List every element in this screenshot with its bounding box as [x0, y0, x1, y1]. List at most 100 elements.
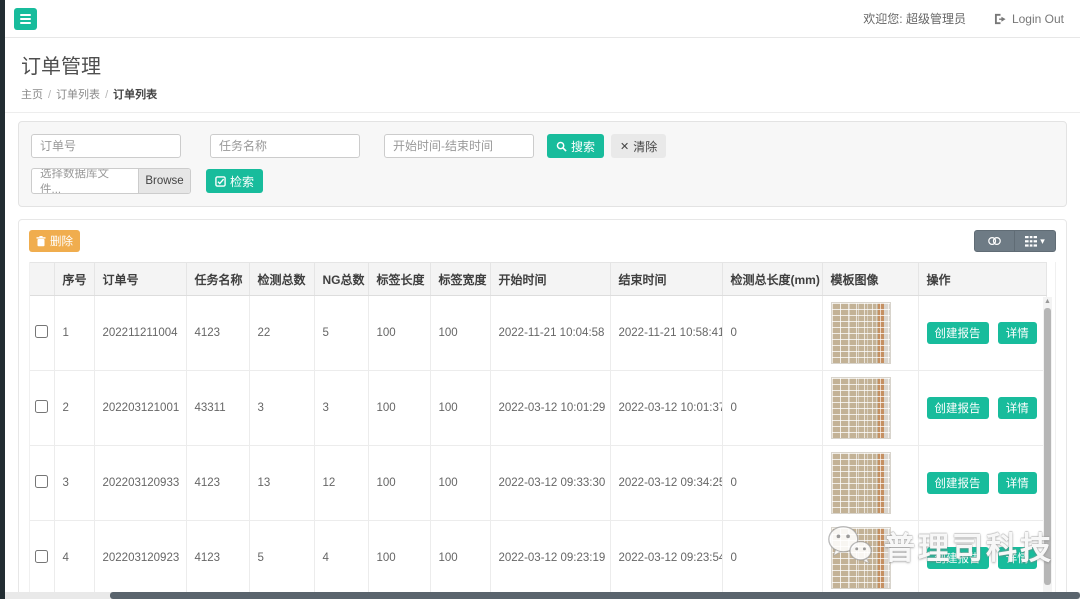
row-checkbox[interactable] [35, 475, 48, 488]
create-report-button[interactable]: 创建报告 [927, 397, 989, 419]
cell-task-name: 43311 [186, 371, 249, 446]
template-image-thumbnail[interactable] [831, 527, 891, 589]
detail-button[interactable]: 详情 [998, 547, 1037, 569]
header-total-length: 检测总长度(mm) [722, 263, 822, 296]
table-row: 3 202203120933 4123 13 12 100 100 2022-0… [30, 446, 1046, 521]
cell-total: 22 [249, 296, 314, 371]
database-file-input[interactable]: 选择数据库文件... Browse [31, 168, 191, 194]
vertical-scrollbar-thumb[interactable] [1044, 308, 1051, 585]
table-row: 1 202211211004 4123 22 5 100 100 2022-11… [30, 296, 1046, 371]
columns-grid-icon [1025, 236, 1037, 247]
order-no-input[interactable] [31, 134, 181, 158]
menu-toggle-button[interactable] [14, 8, 37, 30]
filter-panel: 搜索 ✕ 清除 选择数据库文件... Browse 检索 [18, 121, 1067, 207]
cell-seq: 1 [54, 296, 94, 371]
cell-ng-total: 4 [314, 521, 368, 596]
cell-label-width: 100 [430, 521, 490, 596]
cell-end-time: 2022-03-12 10:01:37 [610, 371, 722, 446]
scroll-up-arrow-icon[interactable]: ▲ [1043, 297, 1052, 306]
header-order-no: 订单号 [94, 263, 186, 296]
horizontal-scrollbar-thumb[interactable] [110, 592, 1080, 599]
time-range-input[interactable] [384, 134, 534, 158]
logout-icon [994, 13, 1007, 25]
row-checkbox[interactable] [35, 400, 48, 413]
cell-total: 13 [249, 446, 314, 521]
template-image-thumbnail[interactable] [831, 302, 891, 364]
detail-button[interactable]: 详情 [998, 322, 1037, 344]
cell-ng-total: 3 [314, 371, 368, 446]
row-checkbox[interactable] [35, 325, 48, 338]
header-task-name: 任务名称 [186, 263, 249, 296]
row-checkbox[interactable] [35, 550, 48, 563]
cell-total-length: 0 [722, 296, 822, 371]
table-wrapper: 序号 订单号 任务名称 检测总数 NG总数 标签长度 标签宽度 开始时间 结束时… [29, 262, 1056, 599]
breadcrumb-current: 订单列表 [113, 89, 157, 101]
cell-total-length: 0 [722, 446, 822, 521]
columns-dropdown-button[interactable]: ▾ [1015, 230, 1056, 252]
header-checkbox-cell [30, 263, 54, 296]
cell-task-name: 4123 [186, 296, 249, 371]
check-square-icon [215, 176, 226, 187]
cell-label-length: 100 [368, 296, 430, 371]
create-report-button[interactable]: 创建报告 [927, 472, 989, 494]
cell-start-time: 2022-03-12 09:33:30 [490, 446, 610, 521]
topbar: 欢迎您: 超级管理员 Login Out [5, 0, 1080, 38]
cell-order-no: 202203121001 [94, 371, 186, 446]
detail-button[interactable]: 详情 [998, 472, 1037, 494]
cell-seq: 2 [54, 371, 94, 446]
cell-order-no: 202211211004 [94, 296, 186, 371]
breadcrumb-order-list[interactable]: 订单列表 [56, 89, 100, 101]
cell-label-width: 100 [430, 296, 490, 371]
content-header: 订单管理 主页/订单列表/订单列表 [5, 38, 1080, 113]
header-end-time: 结束时间 [610, 263, 722, 296]
delete-label: 删除 [50, 233, 73, 249]
retrieve-button[interactable]: 检索 [206, 169, 263, 193]
cell-order-no: 202203120923 [94, 521, 186, 596]
welcome-text: 欢迎您: 超级管理员 [863, 10, 966, 27]
cell-label-length: 100 [368, 521, 430, 596]
orders-table: 序号 订单号 任务名称 检测总数 NG总数 标签长度 标签宽度 开始时间 结束时… [30, 262, 1047, 599]
header-actions: 操作 [918, 263, 1046, 296]
cell-order-no: 202203120933 [94, 446, 186, 521]
browse-button[interactable]: Browse [138, 169, 190, 193]
create-report-button[interactable]: 创建报告 [927, 322, 989, 344]
table-body: 1 202211211004 4123 22 5 100 100 2022-11… [30, 296, 1046, 599]
caret-down-icon: ▾ [1040, 237, 1045, 246]
clear-button[interactable]: ✕ 清除 [611, 134, 666, 158]
toggle-view-button[interactable] [974, 230, 1015, 252]
vertical-scrollbar[interactable]: ▲ [1043, 297, 1052, 599]
delete-button[interactable]: 删除 [29, 230, 80, 252]
cell-ng-total: 5 [314, 296, 368, 371]
header-label-width: 标签宽度 [430, 263, 490, 296]
header-total: 检测总数 [249, 263, 314, 296]
cell-total: 5 [249, 521, 314, 596]
logout-label: Login Out [1012, 12, 1064, 26]
search-icon [556, 141, 567, 152]
header-seq: 序号 [54, 263, 94, 296]
create-report-button[interactable]: 创建报告 [927, 547, 989, 569]
search-button[interactable]: 搜索 [547, 134, 604, 158]
trash-icon [36, 236, 46, 247]
cell-start-time: 2022-11-21 10:04:58 [490, 296, 610, 371]
cell-task-name: 4123 [186, 521, 249, 596]
breadcrumb-home[interactable]: 主页 [21, 89, 43, 101]
template-image-thumbnail[interactable] [831, 452, 891, 514]
horizontal-scrollbar[interactable] [5, 592, 1080, 599]
table-toolbar: 删除 ▾ [29, 228, 1056, 254]
logout-link[interactable]: Login Out [994, 12, 1064, 26]
task-name-input[interactable] [210, 134, 360, 158]
search-label: 搜索 [571, 138, 595, 155]
detail-button[interactable]: 详情 [998, 397, 1037, 419]
cell-start-time: 2022-03-12 10:01:29 [490, 371, 610, 446]
cell-total-length: 0 [722, 521, 822, 596]
clear-label: 清除 [633, 138, 657, 155]
cell-ng-total: 12 [314, 446, 368, 521]
header-ng-total: NG总数 [314, 263, 368, 296]
retrieve-label: 检索 [230, 173, 254, 190]
table-row: 2 202203121001 43311 3 3 100 100 2022-03… [30, 371, 1046, 446]
collapsed-sidebar [0, 0, 5, 599]
main-area: 欢迎您: 超级管理员 Login Out 订单管理 主页/订单列表/订单列表 [5, 0, 1080, 599]
table-header-row: 序号 订单号 任务名称 检测总数 NG总数 标签长度 标签宽度 开始时间 结束时… [30, 263, 1046, 296]
cell-end-time: 2022-03-12 09:23:54 [610, 521, 722, 596]
template-image-thumbnail[interactable] [831, 377, 891, 439]
